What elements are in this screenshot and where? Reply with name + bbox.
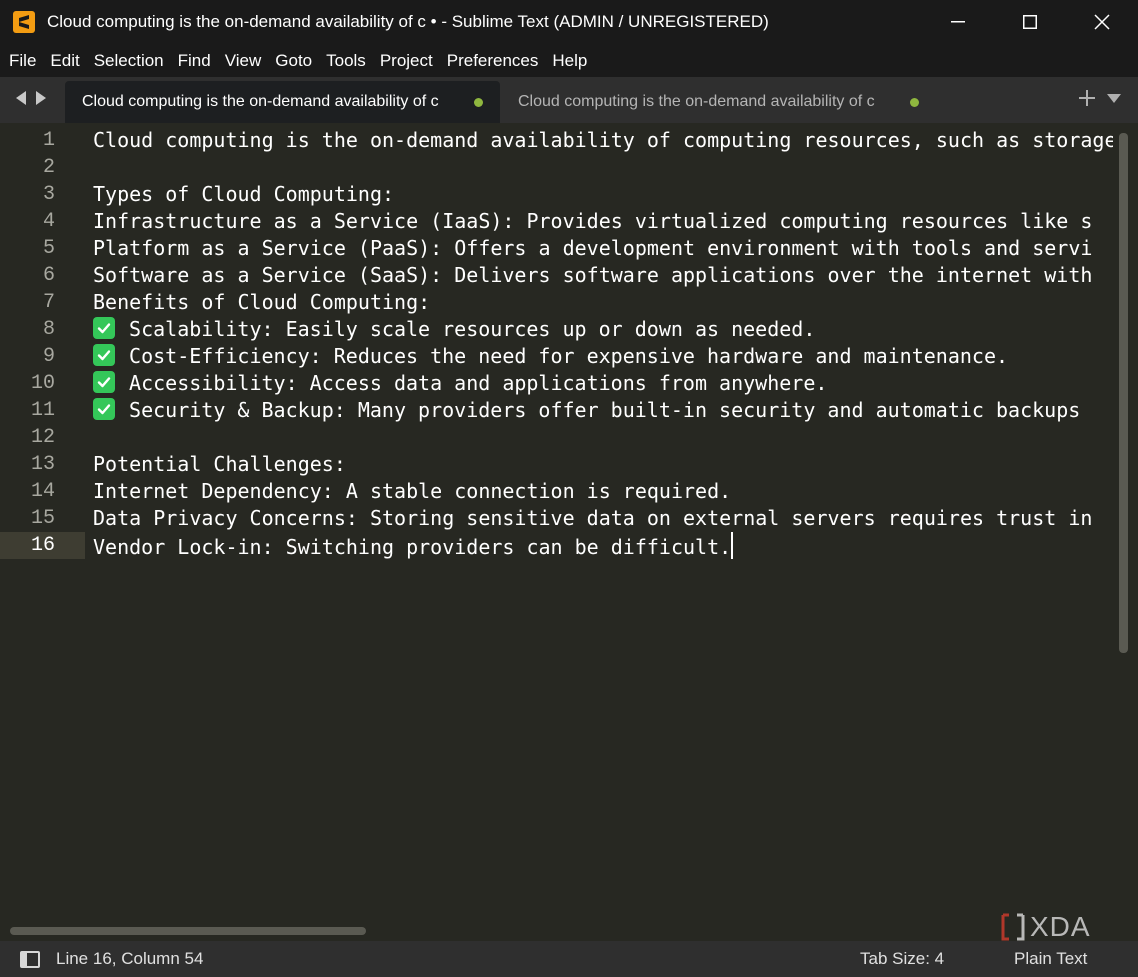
code-line-text: Software as a Service (SaaS): Delivers s… bbox=[93, 263, 1093, 287]
title-bar: Cloud computing is the on-demand availab… bbox=[0, 0, 1138, 44]
modified-indicator-icon[interactable] bbox=[910, 98, 919, 107]
window-title: Cloud computing is the on-demand availab… bbox=[47, 12, 769, 31]
code-line[interactable]: Benefits of Cloud Computing: bbox=[93, 289, 1113, 316]
code-line[interactable]: Accessibility: Access data and applicati… bbox=[93, 370, 1113, 397]
editor[interactable]: 1 2 3 4 5 6 7 8 9 10 11 12 13 14 15 16 Cloud computing … bbox=[0, 123, 1138, 941]
line-number: 13 bbox=[30, 453, 55, 476]
panel-toggle-icon[interactable] bbox=[20, 950, 40, 968]
line-number: 15 bbox=[30, 507, 55, 530]
menu-bar: File Edit Selection Find View Goto Tools… bbox=[0, 44, 1138, 77]
code-line[interactable]: Potential Challenges: bbox=[93, 451, 1113, 478]
code-line[interactable] bbox=[93, 424, 1113, 451]
menu-goto[interactable]: Goto bbox=[268, 51, 319, 71]
tab-forward-icon[interactable] bbox=[34, 90, 48, 106]
line-number: 9 bbox=[42, 345, 55, 368]
tab-back-icon[interactable] bbox=[14, 90, 28, 106]
new-tab-icon[interactable] bbox=[1078, 89, 1096, 107]
code-line-text: Cost-Efficiency: Reduces the need for ex… bbox=[117, 344, 1009, 368]
checkmark-emoji-icon bbox=[93, 398, 115, 420]
line-number: 11 bbox=[30, 399, 55, 422]
cursor-position[interactable]: Line 16, Column 54 bbox=[56, 949, 203, 969]
code-line-text: Scalability: Easily scale resources up o… bbox=[117, 317, 816, 341]
checkmark-emoji-icon bbox=[93, 317, 115, 339]
watermark-text: XDA bbox=[1030, 911, 1091, 942]
checkmark-emoji-icon bbox=[93, 344, 115, 366]
code-line[interactable]: Cloud computing is the on-demand availab… bbox=[93, 127, 1113, 154]
tab-label: Cloud computing is the on-demand availab… bbox=[518, 93, 875, 110]
tab-list-icon[interactable] bbox=[1106, 89, 1122, 107]
tab-size[interactable]: Tab Size: 4 bbox=[860, 949, 944, 969]
text-area[interactable]: Cloud computing is the on-demand availab… bbox=[93, 127, 1113, 559]
code-line-text: Potential Challenges: bbox=[93, 452, 346, 476]
tab-active[interactable]: Cloud computing is the on-demand availab… bbox=[65, 81, 500, 123]
menu-file[interactable]: File bbox=[2, 51, 43, 71]
line-number: 12 bbox=[30, 426, 55, 449]
maximize-button[interactable] bbox=[994, 0, 1066, 44]
status-bar: Line 16, Column 54 Tab Size: 4 Plain Tex… bbox=[0, 941, 1138, 977]
code-line-text: Data Privacy Concerns: Storing sensitive… bbox=[93, 506, 1093, 530]
line-number: 1 bbox=[42, 129, 55, 152]
menu-tools[interactable]: Tools bbox=[319, 51, 373, 71]
minimize-icon bbox=[951, 21, 965, 23]
menu-selection[interactable]: Selection bbox=[87, 51, 171, 71]
horizontal-scrollbar[interactable] bbox=[10, 927, 366, 935]
code-line[interactable]: Cost-Efficiency: Reduces the need for ex… bbox=[93, 343, 1113, 370]
code-line-text: Cloud computing is the on-demand availab… bbox=[93, 128, 1113, 152]
menu-find[interactable]: Find bbox=[171, 51, 218, 71]
code-line[interactable]: Infrastructure as a Service (IaaS): Prov… bbox=[93, 208, 1113, 235]
line-number: 5 bbox=[42, 237, 55, 260]
vertical-scrollbar[interactable] bbox=[1119, 133, 1128, 653]
minimize-button[interactable] bbox=[922, 0, 994, 44]
line-number: 7 bbox=[42, 291, 55, 314]
code-line-text: Vendor Lock-in: Switching providers can … bbox=[93, 535, 732, 559]
line-number: 14 bbox=[30, 480, 55, 503]
maximize-icon bbox=[1023, 15, 1037, 29]
code-line[interactable]: Scalability: Easily scale resources up o… bbox=[93, 316, 1113, 343]
code-line-text: Internet Dependency: A stable connection… bbox=[93, 479, 732, 503]
menu-edit[interactable]: Edit bbox=[43, 51, 86, 71]
menu-view[interactable]: View bbox=[218, 51, 269, 71]
line-number-gutter: 1 2 3 4 5 6 7 8 9 10 11 12 13 14 15 16 bbox=[0, 127, 85, 559]
code-line[interactable]: Platform as a Service (PaaS): Offers a d… bbox=[93, 235, 1113, 262]
code-line-text: Platform as a Service (PaaS): Offers a d… bbox=[93, 236, 1093, 260]
code-line-text: Types of Cloud Computing: bbox=[93, 182, 395, 206]
modified-indicator-icon[interactable] bbox=[474, 98, 483, 107]
line-number: 16 bbox=[0, 532, 85, 559]
tab-inactive[interactable]: Cloud computing is the on-demand availab… bbox=[502, 81, 932, 123]
code-line-text: Security & Backup: Many providers offer … bbox=[117, 398, 1081, 422]
close-button[interactable] bbox=[1066, 0, 1138, 44]
code-line[interactable]: Internet Dependency: A stable connection… bbox=[93, 478, 1113, 505]
xda-logo-icon bbox=[1001, 913, 1025, 941]
line-number: 2 bbox=[42, 156, 55, 179]
close-icon bbox=[1094, 14, 1110, 30]
code-line[interactable]: Data Privacy Concerns: Storing sensitive… bbox=[93, 505, 1113, 532]
checkmark-emoji-icon bbox=[93, 371, 115, 393]
menu-help[interactable]: Help bbox=[545, 51, 594, 71]
code-line[interactable]: Software as a Service (SaaS): Delivers s… bbox=[93, 262, 1113, 289]
code-line[interactable]: Vendor Lock-in: Switching providers can … bbox=[93, 532, 1113, 559]
line-number: 10 bbox=[30, 372, 55, 395]
syntax-selector[interactable]: Plain Text bbox=[1014, 949, 1087, 969]
sublime-text-icon bbox=[13, 11, 35, 33]
code-line-text: Infrastructure as a Service (IaaS): Prov… bbox=[93, 209, 1093, 233]
code-line[interactable]: Security & Backup: Many providers offer … bbox=[93, 397, 1113, 424]
tab-bar: Cloud computing is the on-demand availab… bbox=[0, 77, 1138, 123]
code-line-text: Accessibility: Access data and applicati… bbox=[117, 371, 828, 395]
menu-preferences[interactable]: Preferences bbox=[440, 51, 546, 71]
code-line-text: Benefits of Cloud Computing: bbox=[93, 290, 431, 314]
line-number: 4 bbox=[42, 210, 55, 233]
menu-project[interactable]: Project bbox=[373, 51, 440, 71]
line-number: 3 bbox=[42, 183, 55, 206]
tab-label: Cloud computing is the on-demand availab… bbox=[82, 93, 439, 110]
code-line[interactable]: Types of Cloud Computing: bbox=[93, 181, 1113, 208]
line-number: 6 bbox=[42, 264, 55, 287]
xda-watermark: XDA bbox=[1000, 911, 1091, 943]
code-line[interactable] bbox=[93, 154, 1113, 181]
text-cursor bbox=[731, 532, 734, 559]
line-number: 8 bbox=[42, 318, 55, 341]
